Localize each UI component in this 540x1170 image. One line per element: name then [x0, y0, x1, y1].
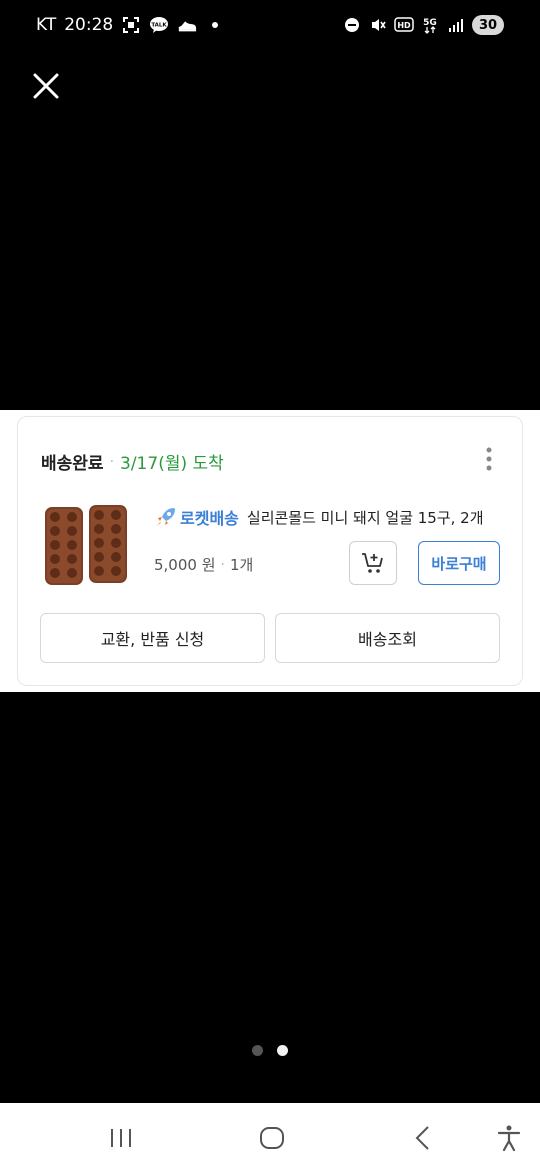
- page-indicator: [0, 1045, 540, 1056]
- delivery-status-row: 배송완료 · 3/17(월) 도착: [41, 449, 224, 475]
- status-right: HD 5G 30: [342, 15, 504, 35]
- battery-indicator: 30: [472, 15, 504, 35]
- delivery-status: 배송완료: [41, 454, 104, 474]
- add-to-cart-icon: [362, 553, 383, 573]
- carrier-label: KT: [36, 15, 57, 35]
- recent-apps-icon: [111, 1129, 131, 1147]
- add-to-cart-button[interactable]: [349, 541, 397, 585]
- page-dot-active[interactable]: [277, 1045, 288, 1056]
- notification-dot-icon: [205, 15, 225, 35]
- separator-dot: ·: [220, 556, 225, 573]
- clock: 20:28: [64, 15, 114, 35]
- buy-now-button[interactable]: 바로구매: [418, 541, 500, 585]
- back-button[interactable]: [408, 1123, 438, 1153]
- kakaotalk-icon: TALK: [149, 15, 169, 35]
- close-icon: [33, 73, 59, 99]
- screenshot-icon: [121, 15, 141, 35]
- more-vertical-icon: [486, 447, 492, 471]
- product-name: 실리콘몰드 미니 돼지 얼굴 15구, 2개: [246, 508, 484, 527]
- status-bar: KT 20:28 TALK HD 5G 30: [0, 0, 540, 54]
- navigation-bar: [0, 1103, 540, 1170]
- network-label: 5G: [423, 18, 437, 28]
- hd-voice-icon: HD: [394, 15, 414, 35]
- product-price: 5,000 원: [154, 556, 216, 574]
- home-button[interactable]: [257, 1123, 287, 1153]
- talk-badge-text: TALK: [152, 23, 168, 29]
- arrival-date: 3/17(월) 도착: [120, 454, 224, 474]
- close-button[interactable]: [30, 70, 62, 102]
- more-options-button[interactable]: [484, 445, 494, 473]
- rocket-delivery-badge: 로켓배송: [180, 509, 239, 528]
- shoe-icon: [177, 15, 197, 35]
- page-dot[interactable]: [252, 1045, 263, 1056]
- network-5g-icon: 5G: [420, 15, 440, 35]
- accessibility-icon: [497, 1125, 521, 1152]
- product-thumbnail[interactable]: [41, 501, 133, 589]
- home-icon: [260, 1127, 284, 1149]
- hd-label: HD: [397, 21, 411, 30]
- screen: KT 20:28 TALK HD 5G 30 배송완료 · 3/17(월) 도착…: [0, 0, 540, 1170]
- track-delivery-button[interactable]: 배송조회: [275, 613, 500, 663]
- rocket-icon: [154, 506, 178, 528]
- separator-dot: ·: [109, 453, 115, 470]
- exchange-return-button[interactable]: 교환, 반품 신청: [40, 613, 265, 663]
- do-not-disturb-icon: [342, 15, 362, 35]
- back-icon: [415, 1126, 429, 1150]
- status-left: KT 20:28 TALK: [36, 15, 225, 35]
- signal-icon: [446, 15, 466, 35]
- product-title-row[interactable]: 로켓배송 실리콘몰드 미니 돼지 얼굴 15구, 2개: [154, 505, 484, 529]
- accessibility-button[interactable]: [494, 1123, 524, 1153]
- recent-apps-button[interactable]: [106, 1123, 136, 1153]
- product-quantity: 1개: [229, 556, 254, 574]
- mute-icon: [368, 15, 388, 35]
- order-card: 배송완료 · 3/17(월) 도착 로켓배송 실리콘몰드 미니 돼지 얼굴 15…: [17, 416, 523, 686]
- price-row: 5,000 원 · 1개: [154, 554, 253, 575]
